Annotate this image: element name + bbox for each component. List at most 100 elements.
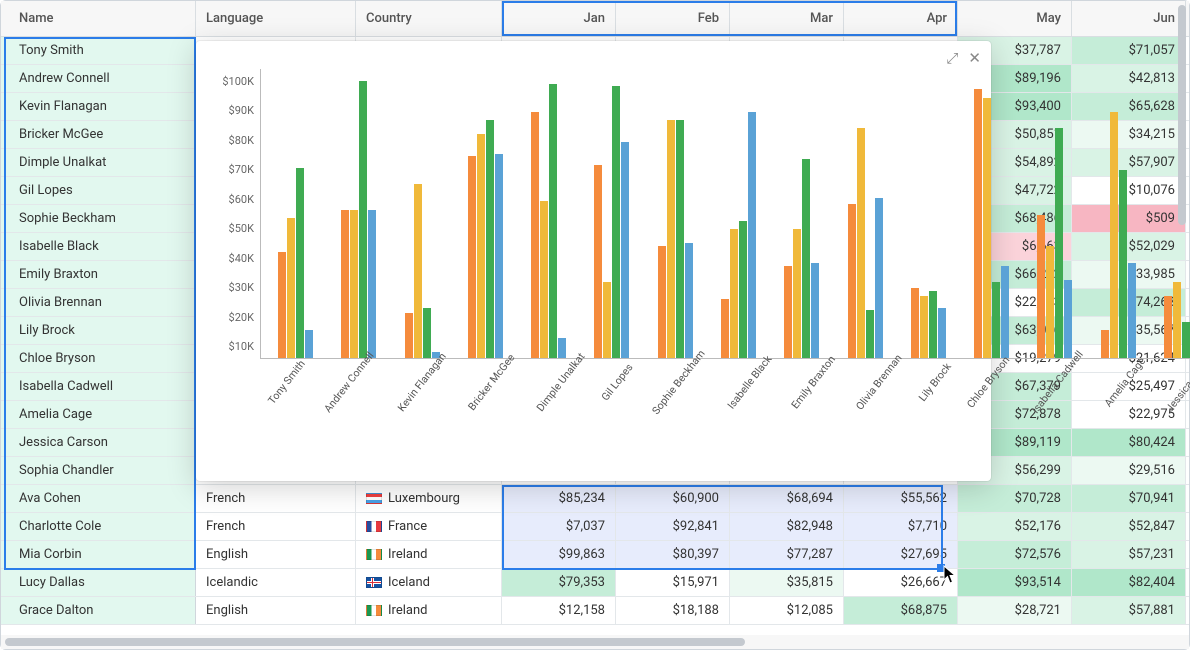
col-header-apr[interactable]: Apr [844,1,958,36]
y-tick-label: $100K [214,75,254,88]
value-cell[interactable]: $12,158 [502,597,616,624]
name-cell[interactable]: Sophia Chandler [1,457,196,484]
country-cell[interactable]: Iceland [356,569,502,596]
value-cell[interactable]: $15,971 [616,569,730,596]
bar [368,210,376,358]
value-cell[interactable]: $18,188 [616,597,730,624]
bar [278,252,286,358]
value-cell[interactable]: $55,562 [844,485,958,512]
name-cell[interactable]: Lucy Dallas [1,569,196,596]
col-header-feb[interactable]: Feb [616,1,730,36]
name-cell[interactable]: Dimple Unalkat [1,149,196,176]
value-cell[interactable]: $68,694 [730,485,844,512]
value-cell[interactable]: $93,514 [958,569,1072,596]
language-cell[interactable]: French [196,513,356,540]
value-cell[interactable]: $77,287 [730,541,844,568]
value-cell[interactable]: $26,667 [844,569,958,596]
value-cell[interactable]: $79,353 [502,569,616,596]
table-row[interactable]: Ava CohenFrenchLuxembourg$85,234$60,900$… [1,485,1189,513]
value-cell[interactable]: $57,231 [1072,541,1186,568]
col-header-jun[interactable]: Jun [1072,1,1186,36]
value-cell[interactable]: $85,234 [502,485,616,512]
name-cell[interactable]: Charlotte Cole [1,513,196,540]
name-cell[interactable]: Isabella Cadwell [1,373,196,400]
bar [350,210,358,358]
value-cell[interactable]: $27,695 [844,541,958,568]
country-cell[interactable]: France [356,513,502,540]
bar [784,266,792,358]
bar [1128,263,1136,358]
bar [658,246,666,358]
name-cell[interactable]: Isabelle Black [1,233,196,260]
value-cell[interactable]: $82,948 [730,513,844,540]
horizontal-scroll-thumb[interactable] [5,638,745,646]
col-header-country[interactable]: Country [356,1,502,36]
country-cell[interactable]: Luxembourg [356,485,502,512]
table-row[interactable]: Mia CorbinEnglishIreland$99,863$80,397$7… [1,541,1189,569]
horizontal-scrollbar[interactable] [1,635,1189,649]
bar-group [392,184,453,358]
name-cell[interactable]: Sophie Beckham [1,205,196,232]
value-cell[interactable]: $92,841 [616,513,730,540]
bar-group [328,81,389,358]
table-row[interactable]: Lucy DallasIcelandicIceland$79,353$15,97… [1,569,1189,597]
language-cell[interactable]: Icelandic [196,569,356,596]
expand-icon[interactable]: ⤢ [946,49,958,67]
bar [296,168,304,358]
value-cell[interactable]: $99,863 [502,541,616,568]
name-cell[interactable]: Andrew Connell [1,65,196,92]
bar-group [265,168,326,358]
bar [1110,112,1118,358]
name-cell[interactable]: Mia Corbin [1,541,196,568]
value-cell[interactable]: $68,875 [844,597,958,624]
y-tick-label: $90K [214,104,254,117]
bar [531,112,539,358]
value-cell[interactable]: $72,576 [958,541,1072,568]
bar [802,159,810,358]
name-cell[interactable]: Ava Cohen [1,485,196,512]
value-cell[interactable]: $35,815 [730,569,844,596]
bar [1001,266,1009,358]
value-cell[interactable]: $7,037 [502,513,616,540]
chart-bars [260,69,1190,359]
language-cell[interactable]: English [196,541,356,568]
value-cell[interactable]: $70,941 [1072,485,1186,512]
country-cell[interactable]: Ireland [356,541,502,568]
name-cell[interactable]: Emily Braxton [1,261,196,288]
value-cell[interactable]: $28,721 [958,597,1072,624]
table-row[interactable]: Grace DaltonEnglishIreland$12,158$18,188… [1,597,1189,625]
language-cell[interactable]: English [196,597,356,624]
value-cell[interactable]: $57,881 [1072,597,1186,624]
table-row[interactable]: Charlotte ColeFrenchFrance$7,037$92,841$… [1,513,1189,541]
language-cell[interactable]: French [196,485,356,512]
value-cell[interactable]: $80,397 [616,541,730,568]
country-cell[interactable]: Ireland [356,597,502,624]
name-cell[interactable]: Tony Smith [1,37,196,64]
value-cell[interactable]: $52,847 [1072,513,1186,540]
close-icon[interactable]: ✕ [968,49,981,67]
value-cell[interactable]: $52,176 [958,513,1072,540]
name-cell[interactable]: Chloe Bryson [1,345,196,372]
bar [857,128,865,358]
bar [594,165,602,358]
name-cell[interactable]: Lily Brock [1,317,196,344]
name-cell[interactable]: Bricker McGee [1,121,196,148]
value-cell[interactable]: $82,404 [1072,569,1186,596]
name-cell[interactable]: Olivia Brennan [1,289,196,316]
bar [938,308,946,358]
value-cell[interactable]: $12,085 [730,597,844,624]
col-header-jan[interactable]: Jan [502,1,616,36]
name-cell[interactable]: Grace Dalton [1,597,196,624]
name-cell[interactable]: Kevin Flanagan [1,93,196,120]
chart-x-axis: Tony SmithAndrew ConnellKevin FlanaganBr… [260,359,1190,429]
col-header-name[interactable]: Name [1,1,196,36]
value-cell[interactable]: $60,900 [616,485,730,512]
col-header-mar[interactable]: Mar [730,1,844,36]
name-cell[interactable]: Amelia Cage [1,401,196,428]
col-header-may[interactable]: May [958,1,1072,36]
value-cell[interactable]: $70,728 [958,485,1072,512]
name-cell[interactable]: Gil Lopes [1,177,196,204]
col-header-language[interactable]: Language [196,1,356,36]
name-cell[interactable]: Jessica Carson [1,429,196,456]
value-cell[interactable]: $7,710 [844,513,958,540]
